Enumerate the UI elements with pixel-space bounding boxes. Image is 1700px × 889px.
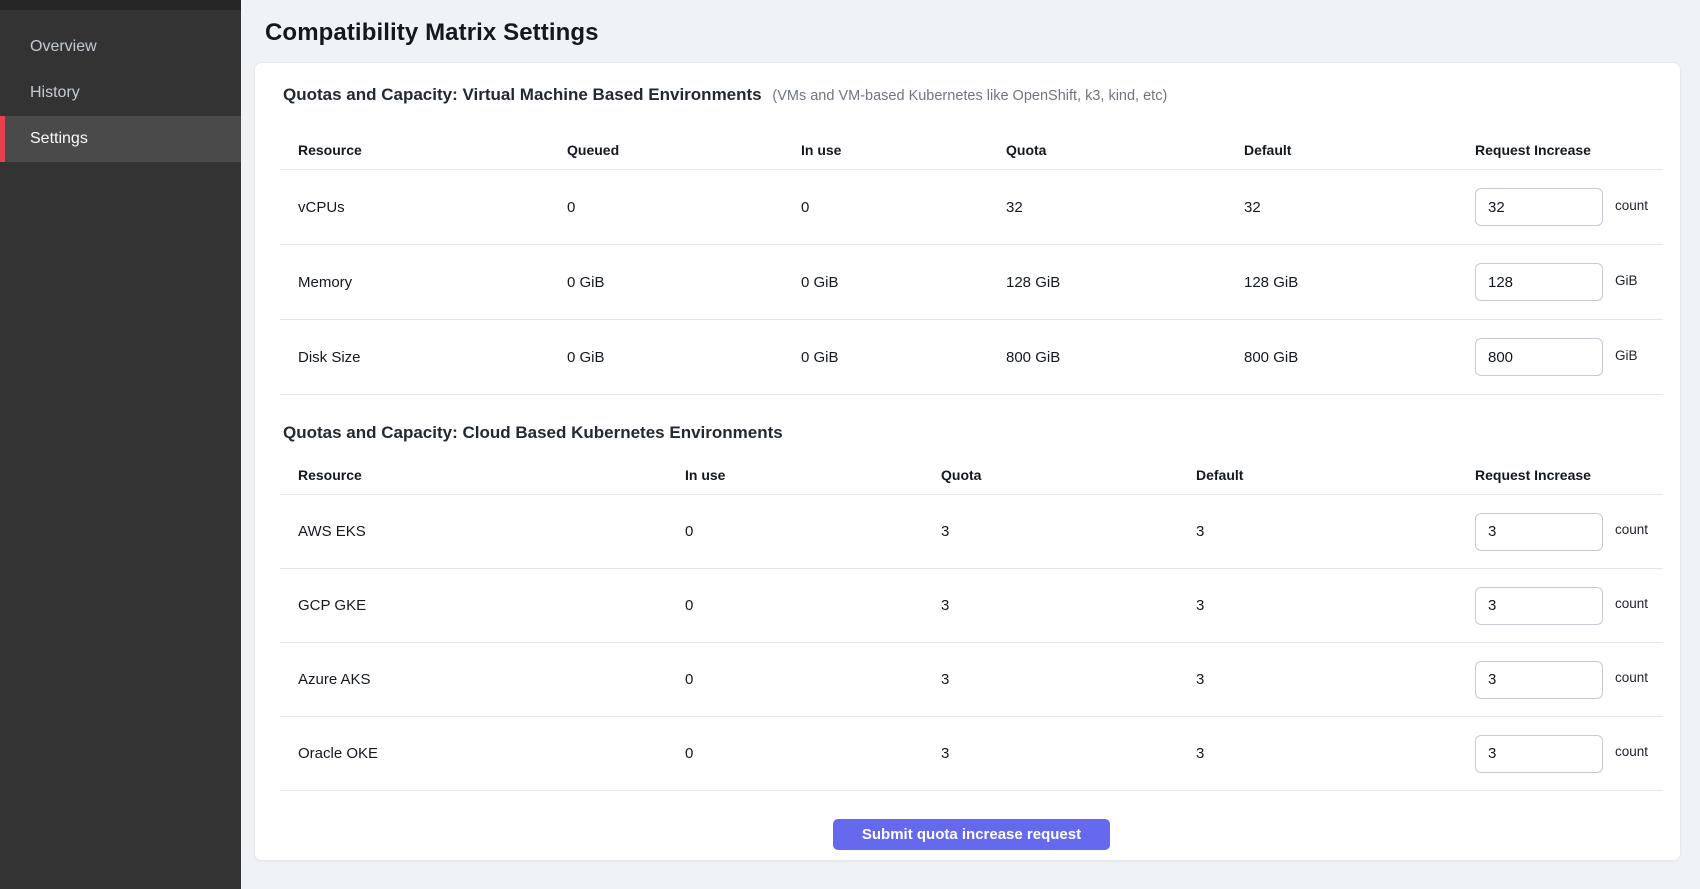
cell-in-use: 0 GiB [801, 349, 1006, 366]
sidebar-top-strip [0, 0, 241, 10]
column-header-default: Default [1196, 467, 1475, 483]
column-header-default: Default [1244, 142, 1475, 158]
cell-in-use: 0 [685, 523, 941, 540]
unit-label: GiB [1615, 348, 1638, 363]
submit-button-row: Submit quota increase request [280, 819, 1663, 850]
active-item-accent-bar [0, 116, 5, 162]
cell-default: 800 GiB [1244, 349, 1475, 366]
main-content: Compatibility Matrix Settings Quotas and… [241, 0, 1700, 889]
cloud-section-title: Quotas and Capacity: Cloud Based Kuberne… [283, 423, 783, 442]
cell-default: 32 [1244, 199, 1475, 216]
unit-label: count [1615, 670, 1648, 685]
column-header-in-use: In use [685, 467, 941, 483]
cell-quota: 32 [1006, 199, 1244, 216]
cell-resource: Disk Size [280, 349, 567, 366]
sidebar-item-settings[interactable]: Settings [0, 116, 241, 162]
vcpus-request-input[interactable] [1475, 188, 1603, 226]
cell-queued: 0 GiB [567, 274, 801, 291]
page-title: Compatibility Matrix Settings [265, 16, 1700, 50]
sidebar-item-history[interactable]: History [0, 70, 241, 116]
azure-aks-request-input[interactable] [1475, 661, 1603, 699]
unit-label: count [1615, 596, 1648, 611]
request-increase-cell: count [1475, 188, 1663, 226]
table-row-oracle-oke: Oracle OKE 0 3 3 count [280, 717, 1663, 791]
column-header-request-increase: Request Increase [1475, 467, 1663, 483]
quota-settings-card: Quotas and Capacity: Virtual Machine Bas… [254, 62, 1681, 861]
unit-label: GiB [1615, 273, 1638, 288]
cell-quota: 800 GiB [1006, 349, 1244, 366]
cell-resource: Oracle OKE [280, 745, 685, 762]
cell-resource: Memory [280, 274, 567, 291]
cell-default: 3 [1196, 745, 1475, 762]
cell-resource: vCPUs [280, 199, 567, 216]
column-header-in-use: In use [801, 142, 1006, 158]
cell-default: 3 [1196, 597, 1475, 614]
cell-default: 3 [1196, 523, 1475, 540]
request-increase-cell: count [1475, 513, 1663, 551]
cell-default: 3 [1196, 671, 1475, 688]
cloud-section-heading: Quotas and Capacity: Cloud Based Kuberne… [280, 417, 1663, 449]
sidebar-item-overview[interactable]: Overview [0, 24, 241, 70]
table-row-gcp-gke: GCP GKE 0 3 3 count [280, 569, 1663, 643]
column-header-request-increase: Request Increase [1475, 142, 1663, 158]
column-header-resource: Resource [280, 467, 685, 483]
sidebar-nav: Overview History Settings [0, 10, 241, 162]
vm-section-heading: Quotas and Capacity: Virtual Machine Bas… [280, 63, 1663, 112]
gcp-gke-request-input[interactable] [1475, 587, 1603, 625]
cell-default: 128 GiB [1244, 274, 1475, 291]
cell-queued: 0 [567, 199, 801, 216]
cell-quota: 3 [941, 523, 1196, 540]
disk-size-request-input[interactable] [1475, 338, 1603, 376]
table-row-azure-aks: Azure AKS 0 3 3 count [280, 643, 1663, 717]
table-row-memory: Memory 0 GiB 0 GiB 128 GiB 128 GiB GiB [280, 245, 1663, 320]
table-row-aws-eks: AWS EKS 0 3 3 count [280, 495, 1663, 569]
sidebar-item-settings-label: Settings [30, 130, 88, 148]
request-increase-cell: count [1475, 661, 1663, 699]
request-increase-cell: count [1475, 735, 1663, 773]
table-row-disk-size: Disk Size 0 GiB 0 GiB 800 GiB 800 GiB Gi… [280, 320, 1663, 395]
vm-section-subtitle: (VMs and VM-based Kubernetes like OpenSh… [772, 88, 1167, 104]
cloud-quota-table: Resource In use Quota Default Request In… [280, 455, 1663, 791]
oracle-oke-request-input[interactable] [1475, 735, 1603, 773]
table-row-vcpus: vCPUs 0 0 32 32 count [280, 170, 1663, 245]
cloud-table-header-row: Resource In use Quota Default Request In… [280, 455, 1663, 495]
unit-label: count [1615, 744, 1648, 759]
cell-quota: 3 [941, 745, 1196, 762]
cell-in-use: 0 GiB [801, 274, 1006, 291]
vm-section-title: Quotas and Capacity: Virtual Machine Bas… [283, 85, 762, 104]
cell-resource: AWS EKS [280, 523, 685, 540]
sidebar: Overview History Settings [0, 0, 241, 889]
request-increase-cell: GiB [1475, 263, 1663, 301]
aws-eks-request-input[interactable] [1475, 513, 1603, 551]
column-header-queued: Queued [567, 142, 801, 158]
unit-label: count [1615, 198, 1648, 213]
cell-in-use: 0 [685, 745, 941, 762]
vm-table-header-row: Resource Queued In use Quota Default Req… [280, 130, 1663, 170]
unit-label: count [1615, 522, 1648, 537]
column-header-resource: Resource [280, 142, 567, 158]
cell-quota: 3 [941, 671, 1196, 688]
cell-quota: 3 [941, 597, 1196, 614]
cell-in-use: 0 [685, 671, 941, 688]
cell-queued: 0 GiB [567, 349, 801, 366]
cell-quota: 128 GiB [1006, 274, 1244, 291]
column-header-quota: Quota [941, 467, 1196, 483]
request-increase-cell: GiB [1475, 338, 1663, 376]
vm-quota-table: Resource Queued In use Quota Default Req… [280, 130, 1663, 395]
memory-request-input[interactable] [1475, 263, 1603, 301]
request-increase-cell: count [1475, 587, 1663, 625]
column-header-quota: Quota [1006, 142, 1244, 158]
cell-in-use: 0 [685, 597, 941, 614]
cell-resource: Azure AKS [280, 671, 685, 688]
cell-in-use: 0 [801, 199, 1006, 216]
app-root: Overview History Settings Compatibility … [0, 0, 1700, 889]
cell-resource: GCP GKE [280, 597, 685, 614]
submit-quota-increase-button[interactable]: Submit quota increase request [833, 819, 1110, 850]
